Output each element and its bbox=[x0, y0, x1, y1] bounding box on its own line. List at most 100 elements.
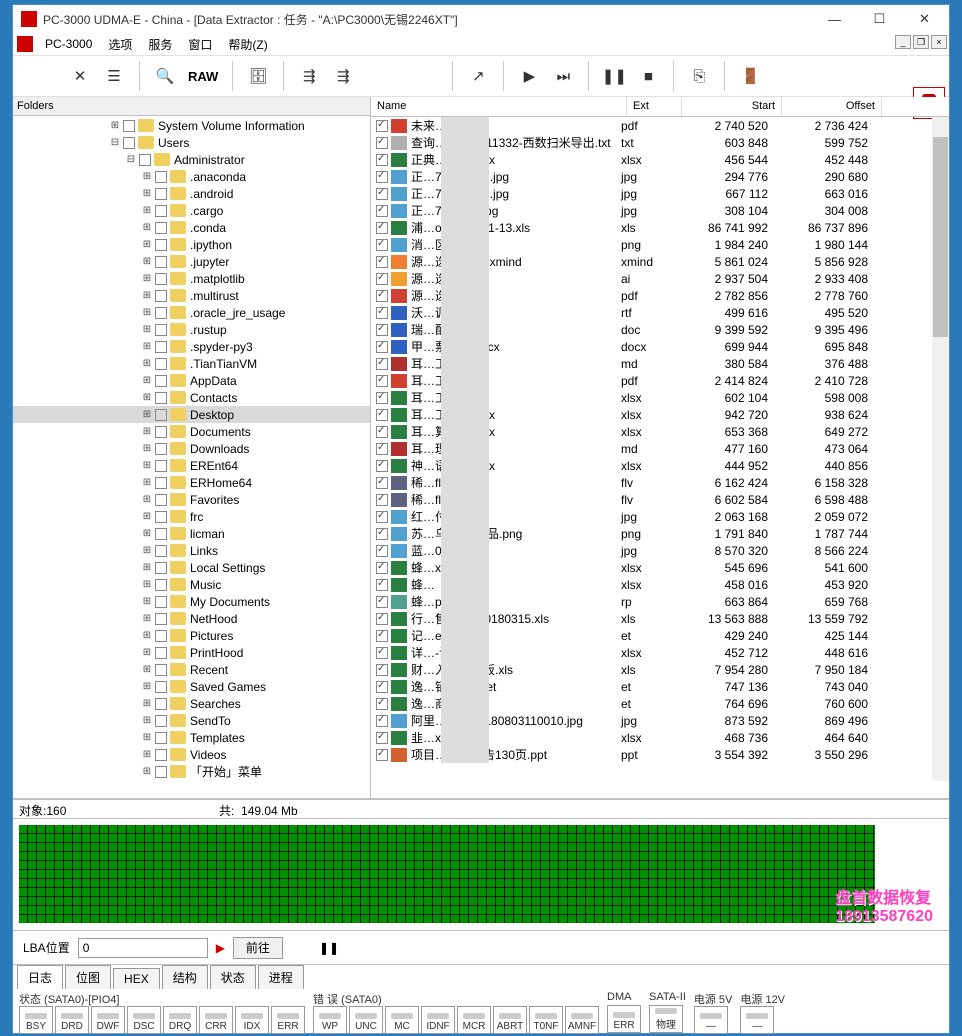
checkbox[interactable] bbox=[376, 477, 388, 489]
expand-icon[interactable]: ⊞ bbox=[141, 205, 153, 217]
raw-button[interactable]: RAW bbox=[184, 69, 222, 84]
tab-status[interactable]: 状态 bbox=[210, 965, 256, 989]
checkbox[interactable] bbox=[376, 171, 388, 183]
file-row[interactable]: 查询…20189111332-西数扫米导出.txttxt603 848599 7… bbox=[371, 134, 949, 151]
file-row[interactable]: 甲…票申请.docxdocx699 944695 848 bbox=[371, 338, 949, 355]
tree-node[interactable]: ⊞Pictures bbox=[13, 627, 370, 644]
file-row[interactable]: 耳…算费用.xlsxxlsx653 368649 272 bbox=[371, 423, 949, 440]
tree-node[interactable]: ⊞.conda bbox=[13, 219, 370, 236]
expand-icon[interactable]: ⊞ bbox=[141, 188, 153, 200]
checkbox[interactable] bbox=[376, 341, 388, 353]
tree-node[interactable]: ⊞licman bbox=[13, 525, 370, 542]
expand-icon[interactable]: ⊞ bbox=[141, 409, 153, 421]
tree-node[interactable]: ⊞Searches bbox=[13, 695, 370, 712]
folder-tree[interactable]: ⊞System Volume Information⊟Users⊟Adminis… bbox=[13, 116, 370, 798]
export-icon[interactable]: ↗ bbox=[463, 61, 493, 91]
checkbox[interactable] bbox=[376, 239, 388, 251]
pause-icon[interactable]: ❚❚ bbox=[599, 61, 629, 91]
tree-node[interactable]: ⊞Favorites bbox=[13, 491, 370, 508]
tree-node[interactable]: ⊞.ipython bbox=[13, 236, 370, 253]
checkbox[interactable] bbox=[376, 630, 388, 642]
checkbox[interactable] bbox=[376, 137, 388, 149]
mdi-minimize[interactable]: _ bbox=[895, 35, 911, 49]
checkbox[interactable] bbox=[123, 137, 135, 149]
tree-node[interactable]: ⊞frc bbox=[13, 508, 370, 525]
checkbox[interactable] bbox=[155, 664, 167, 676]
tree-node[interactable]: ⊞Documents bbox=[13, 423, 370, 440]
file-row[interactable]: 浦…ory2018-11-13.xlsxls86 741 99286 737 8… bbox=[371, 219, 949, 236]
checkbox[interactable] bbox=[376, 596, 388, 608]
expand-icon[interactable]: ⊞ bbox=[141, 698, 153, 710]
checkbox[interactable] bbox=[155, 766, 167, 778]
file-row[interactable]: 蓝…00g.jpgjpg8 570 3208 566 224 bbox=[371, 542, 949, 559]
tree-node[interactable]: ⊞Recent bbox=[13, 661, 370, 678]
exit-icon[interactable]: 🚪 bbox=[735, 61, 765, 91]
file-row[interactable]: 阿里…图片20180803110010.jpgjpg873 592869 496 bbox=[371, 712, 949, 729]
checkbox[interactable] bbox=[376, 494, 388, 506]
expand-icon[interactable]: ⊞ bbox=[141, 460, 153, 472]
checkbox[interactable] bbox=[376, 681, 388, 693]
expand-icon[interactable]: ⊞ bbox=[141, 664, 153, 676]
file-row[interactable]: 苏…乌炖虫-赠品.pngpng1 791 8401 787 744 bbox=[371, 525, 949, 542]
file-row[interactable]: 耳…理.mdmd477 160473 064 bbox=[371, 440, 949, 457]
lba-input[interactable] bbox=[78, 938, 208, 958]
checkbox[interactable] bbox=[376, 528, 388, 540]
tree-node[interactable]: ⊟Users bbox=[13, 134, 370, 151]
col-name[interactable]: Name bbox=[371, 97, 627, 116]
file-row[interactable]: 源…选.pdfpdf2 782 8562 778 760 bbox=[371, 287, 949, 304]
col-offset[interactable]: Offset bbox=[782, 97, 882, 116]
checkbox[interactable] bbox=[155, 715, 167, 727]
file-row[interactable]: 蜂…xlsx458 016453 920 bbox=[371, 576, 949, 593]
file-row[interactable]: 逸…销商价格.etet747 136743 040 bbox=[371, 678, 949, 695]
tree-node[interactable]: ⊞NetHood bbox=[13, 610, 370, 627]
file-row[interactable]: 蜂…prp663 864659 768 bbox=[371, 593, 949, 610]
play-icon[interactable]: ▶ bbox=[514, 61, 544, 91]
checkbox[interactable] bbox=[376, 290, 388, 302]
expand-icon[interactable]: ⊞ bbox=[141, 341, 153, 353]
menu-options[interactable]: 选项 bbox=[100, 36, 140, 53]
expand-icon[interactable]: ⊞ bbox=[141, 647, 153, 659]
file-row[interactable]: 神…语蜂蜜.xlsxxlsx444 952440 856 bbox=[371, 457, 949, 474]
file-row[interactable]: 耳…工销售.xlsxxlsx942 720938 624 bbox=[371, 406, 949, 423]
checkbox[interactable] bbox=[155, 443, 167, 455]
checkbox[interactable] bbox=[376, 273, 388, 285]
close-button[interactable]: ✕ bbox=[902, 6, 947, 32]
file-row[interactable]: 稀…flvflv6 162 4246 158 328 bbox=[371, 474, 949, 491]
tree-node[interactable]: ⊞.matplotlib bbox=[13, 270, 370, 287]
checkbox[interactable] bbox=[155, 222, 167, 234]
col-ext[interactable]: Ext bbox=[627, 97, 682, 116]
checkbox[interactable] bbox=[155, 205, 167, 217]
tree-node[interactable]: ⊞.multirust bbox=[13, 287, 370, 304]
maximize-button[interactable]: ☐ bbox=[857, 6, 902, 32]
menu-window[interactable]: 窗口 bbox=[180, 36, 220, 53]
checkbox[interactable] bbox=[155, 426, 167, 438]
lba-go-button[interactable]: 前往 bbox=[233, 937, 283, 959]
checkbox[interactable] bbox=[155, 528, 167, 540]
expand-icon[interactable]: ⊞ bbox=[141, 256, 153, 268]
checkbox[interactable] bbox=[376, 188, 388, 200]
file-row[interactable]: 红…付宝.jpgjpg2 063 1682 059 072 bbox=[371, 508, 949, 525]
checkbox[interactable] bbox=[376, 715, 388, 727]
expand-icon[interactable]: ⊞ bbox=[141, 528, 153, 540]
tree-node[interactable]: ⊞.jupyter bbox=[13, 253, 370, 270]
expand-icon[interactable]: ⊞ bbox=[141, 749, 153, 761]
expand-icon[interactable]: ⊞ bbox=[141, 732, 153, 744]
checkbox[interactable] bbox=[139, 154, 151, 166]
tab-hex[interactable]: HEX bbox=[113, 968, 160, 989]
checkbox[interactable] bbox=[155, 273, 167, 285]
file-row[interactable]: 稀…flvflv6 602 5846 598 488 bbox=[371, 491, 949, 508]
tree-node[interactable]: ⊞.cargo bbox=[13, 202, 370, 219]
checkbox[interactable] bbox=[376, 409, 388, 421]
tab-process[interactable]: 进程 bbox=[258, 965, 304, 989]
checkbox[interactable] bbox=[376, 154, 388, 166]
checkbox[interactable] bbox=[155, 358, 167, 370]
skip-icon[interactable]: ⏭ bbox=[548, 61, 578, 91]
tree-node[interactable]: ⊞.oracle_jre_usage bbox=[13, 304, 370, 321]
file-row[interactable]: 记…etet429 240425 144 bbox=[371, 627, 949, 644]
expand-icon[interactable]: ⊞ bbox=[141, 239, 153, 251]
expand-icon[interactable]: ⊞ bbox=[141, 630, 153, 642]
checkbox[interactable] bbox=[376, 358, 388, 370]
checkbox[interactable] bbox=[376, 749, 388, 761]
file-header[interactable]: Name Ext Start Offset bbox=[371, 97, 949, 117]
copy-icon[interactable]: ⎘ bbox=[684, 61, 714, 91]
